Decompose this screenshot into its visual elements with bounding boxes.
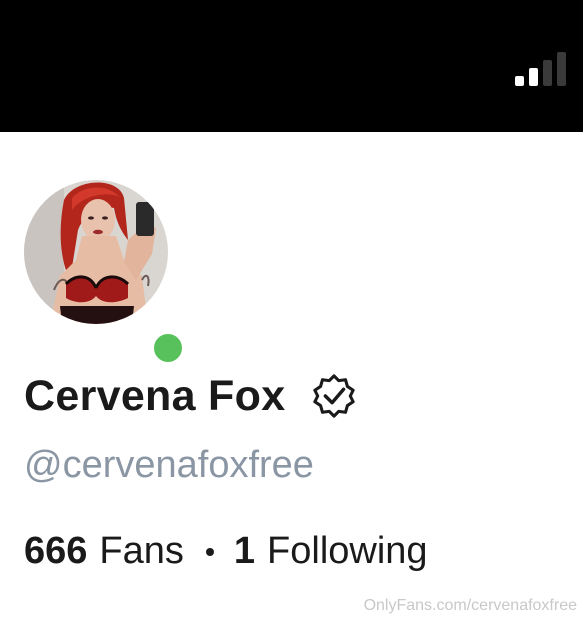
separator-dot [205, 547, 214, 556]
verified-badge-icon [313, 374, 356, 418]
online-status-indicator [150, 330, 186, 366]
signal-bar-2 [529, 68, 538, 86]
avatar-image [24, 180, 168, 324]
cellular-signal-icon [515, 52, 575, 86]
profile-header: Cervena Fox @cervenafoxfree 666 Fans 1 F… [0, 132, 583, 621]
avatar[interactable] [24, 180, 168, 324]
profile-stats: 666 Fans 1 Following [24, 530, 428, 573]
signal-bar-1 [515, 76, 524, 86]
profile-handle: @cervenafoxfree [24, 444, 314, 486]
fans-label: Fans [99, 530, 184, 572]
avatar-container[interactable] [24, 180, 186, 366]
profile-name: Cervena Fox [24, 371, 286, 420]
signal-bar-3 [543, 60, 552, 86]
following-count: 1 [233, 530, 256, 572]
following-label: Following [267, 530, 428, 572]
name-row: Cervena Fox [24, 369, 357, 423]
watermark: OnlyFans.com/cervenafoxfree [363, 597, 577, 614]
signal-bar-4 [557, 52, 566, 86]
fans-count: 666 [24, 530, 88, 572]
status-bar [0, 0, 583, 132]
